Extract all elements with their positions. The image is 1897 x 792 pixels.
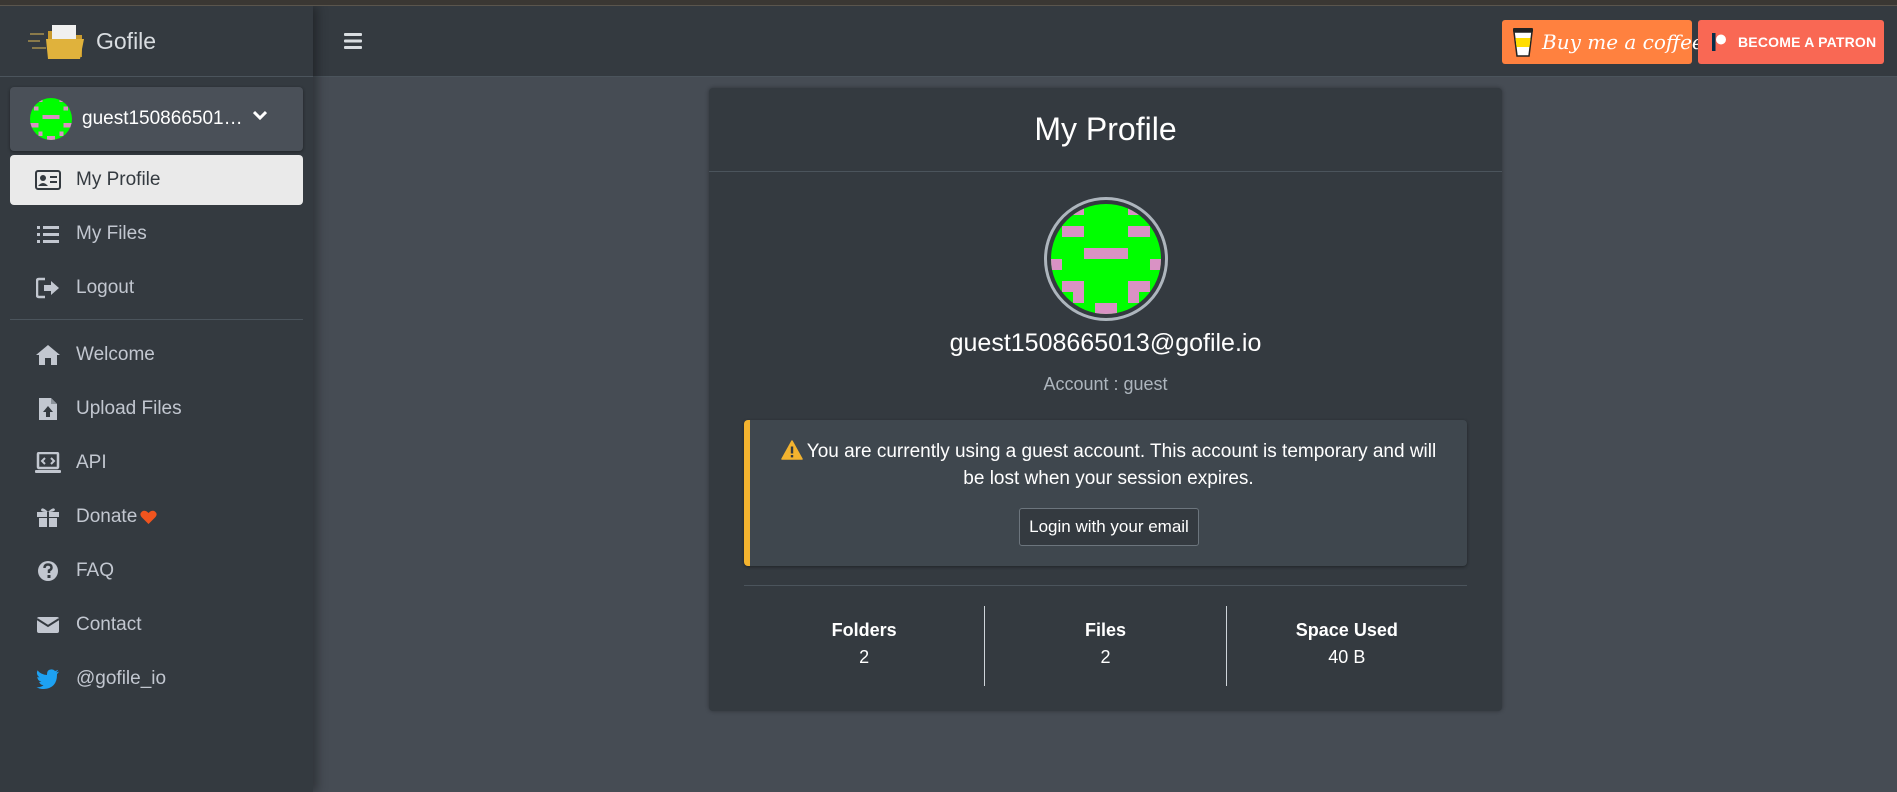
- sidebar-item-label: FAQ: [76, 560, 115, 581]
- coffee-cup-icon: [1512, 26, 1534, 58]
- callout-text: You are currently using a guest account.…: [806, 441, 1437, 489]
- sidebar-item-label: @gofile_io: [76, 668, 167, 689]
- user-panel[interactable]: guest150866501…: [10, 87, 303, 151]
- stat-files: Files 2: [984, 606, 1225, 686]
- become-a-patron-button[interactable]: BECOME A PATRON: [1698, 20, 1884, 64]
- warning-icon: [781, 440, 803, 467]
- sidebar-item-label: My Profile: [76, 169, 161, 190]
- profile-card: My Profile guest1508665013@gofile.io Acc…: [709, 88, 1502, 711]
- stat-value: 40 B: [1328, 647, 1366, 667]
- gift-icon: [34, 505, 62, 529]
- sidebar-item-my-profile[interactable]: My Profile: [10, 155, 303, 205]
- sidebar-item-label: API: [76, 452, 107, 473]
- brand[interactable]: Gofile: [0, 6, 313, 77]
- sidebar-item-faq[interactable]: FAQ: [10, 546, 303, 596]
- account-type: Account : guest: [1043, 374, 1168, 394]
- folder-logo-icon: [28, 21, 86, 61]
- brand-name: Gofile: [96, 27, 157, 54]
- chevron-down-icon[interactable]: [252, 107, 267, 125]
- heart-icon: [140, 510, 157, 525]
- sidebar-item-api[interactable]: API: [10, 438, 303, 488]
- sidebar-item-logout[interactable]: Logout: [10, 263, 303, 313]
- stat-folders: Folders 2: [744, 606, 984, 686]
- stat-space-used: Space Used 40 B: [1225, 606, 1467, 686]
- buy-me-a-coffee-label: Buy me a coffee: [1542, 30, 1704, 54]
- sidebar-item-label: Logout: [76, 277, 135, 298]
- file-upload-icon: [34, 397, 62, 421]
- callout-message: You are currently using a guest account.…: [770, 440, 1447, 491]
- question-circle-icon: [34, 559, 62, 583]
- sidebar-item-label: Welcome: [76, 344, 155, 365]
- sidebar-divider: [10, 319, 303, 320]
- sidebar-item-contact[interactable]: Contact: [10, 600, 303, 650]
- stat-label: Files: [1084, 620, 1126, 640]
- sidebar-item-upload-files[interactable]: Upload Files: [10, 384, 303, 434]
- stats-divider: [744, 585, 1467, 586]
- patreon-icon: [1712, 33, 1726, 51]
- stat-value: 2: [859, 647, 870, 667]
- become-a-patron-label: BECOME A PATRON: [1738, 34, 1877, 50]
- sidebar-item-label: Contact: [76, 614, 142, 635]
- profile-avatar-frame: [1044, 197, 1168, 321]
- sidebar-item-label: My Files: [76, 223, 147, 244]
- hamburger-icon[interactable]: [341, 28, 367, 54]
- user-avatar: [30, 98, 72, 140]
- login-with-email-button[interactable]: Login with your email: [1019, 508, 1199, 546]
- stat-label: Space Used: [1295, 620, 1398, 640]
- profile-email: guest1508665013@gofile.io: [949, 329, 1262, 357]
- logout-icon: [34, 276, 62, 300]
- stat-label: Folders: [831, 620, 897, 640]
- list-icon: [34, 222, 62, 246]
- sidebar-item-my-files[interactable]: My Files: [10, 209, 303, 259]
- sidebar: Gofile guest150866501… My Profile My Fil…: [0, 6, 313, 792]
- sidebar-item-welcome[interactable]: Welcome: [10, 330, 303, 380]
- profile-stats: Folders 2 Files 2 Space Used 40 B: [744, 606, 1467, 686]
- sidebar-nav: My Profile My Files Logout Welcome Uploa…: [0, 155, 313, 704]
- top-header: Buy me a coffee BECOME A PATRON: [313, 6, 1897, 77]
- id-card-icon: [34, 168, 62, 192]
- user-name: guest150866501…: [82, 108, 243, 129]
- profile-avatar: [1051, 204, 1161, 314]
- page-title: My Profile: [1034, 111, 1177, 147]
- buy-me-a-coffee-button[interactable]: Buy me a coffee: [1502, 20, 1704, 64]
- envelope-icon: [34, 613, 62, 637]
- sidebar-item-twitter[interactable]: @gofile_io: [10, 654, 303, 704]
- laptop-code-icon: [34, 451, 62, 475]
- stat-value: 2: [1100, 647, 1111, 667]
- guest-account-callout: You are currently using a guest account.…: [744, 420, 1467, 566]
- sidebar-item-donate[interactable]: Donate: [10, 492, 303, 542]
- sidebar-item-label: Upload Files: [76, 398, 182, 419]
- twitter-icon: [34, 667, 62, 691]
- home-icon: [34, 343, 62, 367]
- sidebar-item-label: Donate: [76, 506, 138, 527]
- window-top-edge: [0, 0, 1897, 6]
- card-header: My Profile: [709, 88, 1502, 172]
